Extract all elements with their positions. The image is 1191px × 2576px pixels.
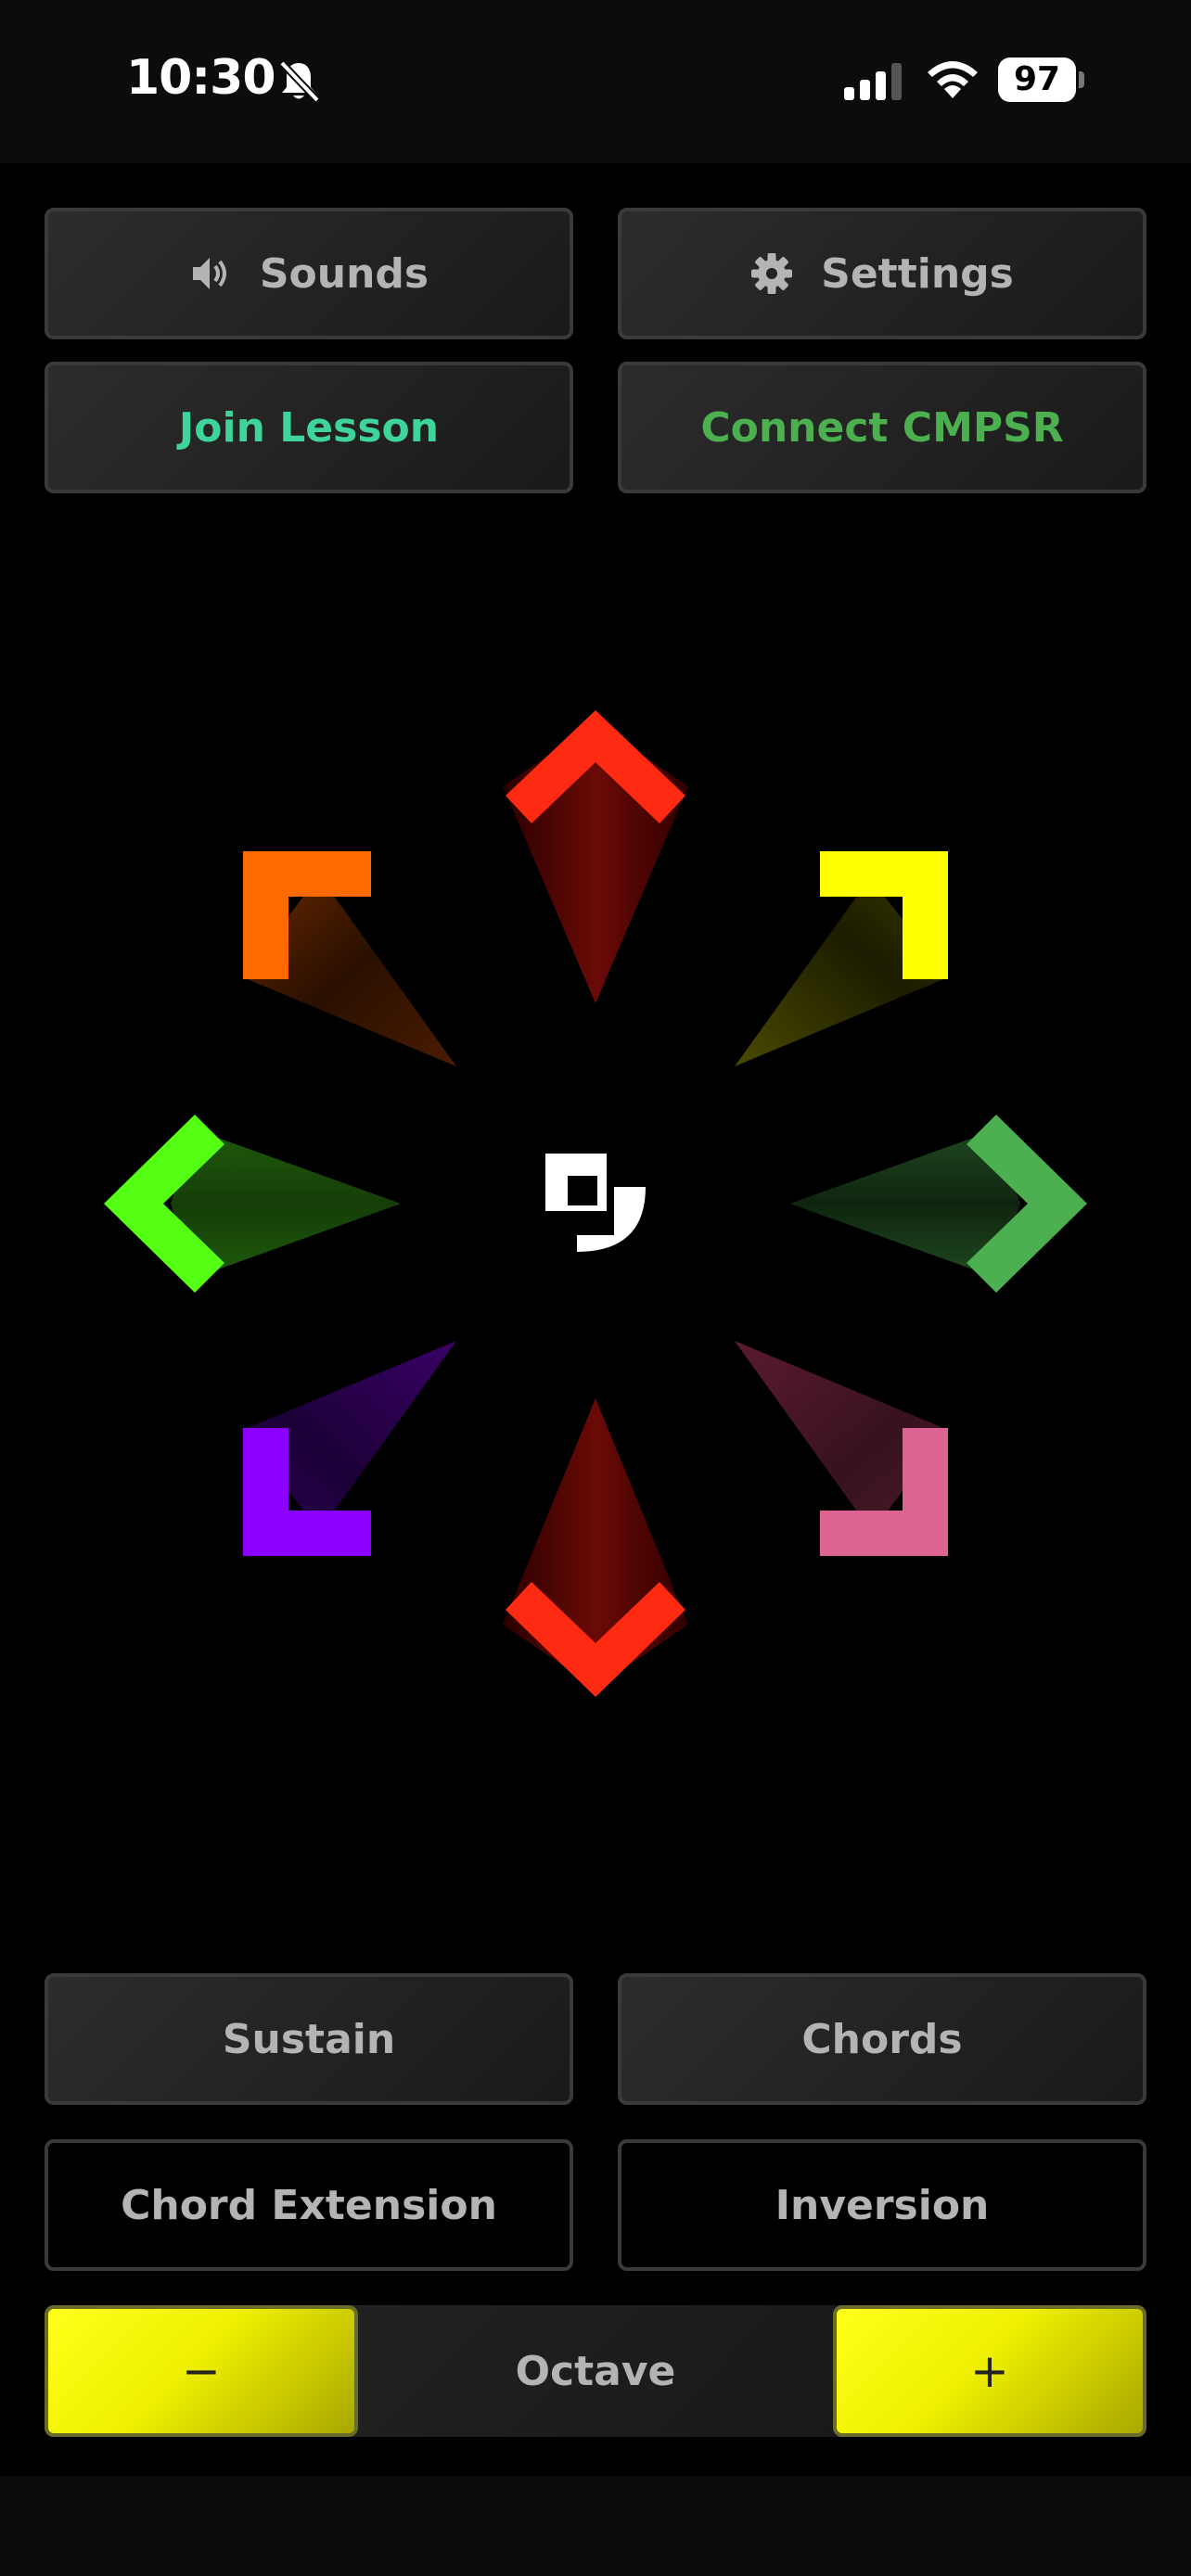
octave-plus-label: + xyxy=(970,2344,1009,2398)
inversion-label: Inversion xyxy=(775,2181,990,2229)
gear-icon xyxy=(751,253,793,294)
speaker-icon xyxy=(192,258,226,289)
chord-extension-button[interactable]: Chord Extension xyxy=(45,2139,573,2271)
direction-wheel xyxy=(104,710,1087,1697)
octave-label: Octave xyxy=(515,2347,676,2395)
direction-down-pad[interactable] xyxy=(503,1398,688,1697)
direction-up-right-pad[interactable] xyxy=(735,851,948,1066)
direction-down-right-pad[interactable] xyxy=(735,1341,948,1556)
sounds-button[interactable]: Sounds xyxy=(45,208,573,339)
join-lesson-label: Join Lesson xyxy=(178,403,440,452)
chords-button[interactable]: Chords xyxy=(618,1973,1146,2105)
battery-cap xyxy=(1079,71,1084,88)
direction-down-left-pad[interactable] xyxy=(243,1341,456,1556)
chords-label: Chords xyxy=(801,2015,963,2063)
join-lesson-button[interactable]: Join Lesson xyxy=(45,362,573,493)
app-logo-icon xyxy=(545,1154,646,1252)
bell-slash-icon xyxy=(279,60,320,103)
status-time: 10:30 xyxy=(126,50,276,106)
status-bar: 10:30 97 xyxy=(0,0,1191,163)
home-indicator-area xyxy=(0,2476,1191,2576)
direction-right-pad[interactable] xyxy=(790,1115,1087,1293)
octave-control: − Octave + xyxy=(45,2305,1146,2437)
battery-icon: 97 xyxy=(998,57,1076,102)
direction-up-left-pad[interactable] xyxy=(243,851,456,1066)
settings-label: Settings xyxy=(821,249,1014,298)
inversion-button[interactable]: Inversion xyxy=(618,2139,1146,2271)
chord-extension-label: Chord Extension xyxy=(121,2181,497,2229)
direction-up-pad[interactable] xyxy=(503,710,688,1003)
octave-plus-button[interactable]: + xyxy=(833,2305,1146,2437)
app-screen: 10:30 97 Sounds Settings Join Lesson Con… xyxy=(0,0,1191,2576)
sustain-label: Sustain xyxy=(222,2015,396,2063)
wifi-icon xyxy=(928,61,978,98)
sustain-button[interactable]: Sustain xyxy=(45,1973,573,2105)
octave-minus-label: − xyxy=(182,2344,221,2398)
direction-left-pad[interactable] xyxy=(104,1115,401,1293)
connect-cmpsr-label: Connect CMPSR xyxy=(700,403,1064,452)
sounds-label: Sounds xyxy=(259,249,429,298)
settings-button[interactable]: Settings xyxy=(618,208,1146,339)
octave-minus-button[interactable]: − xyxy=(45,2305,358,2437)
cellular-signal-icon xyxy=(844,63,902,100)
connect-cmpsr-button[interactable]: Connect CMPSR xyxy=(618,362,1146,493)
